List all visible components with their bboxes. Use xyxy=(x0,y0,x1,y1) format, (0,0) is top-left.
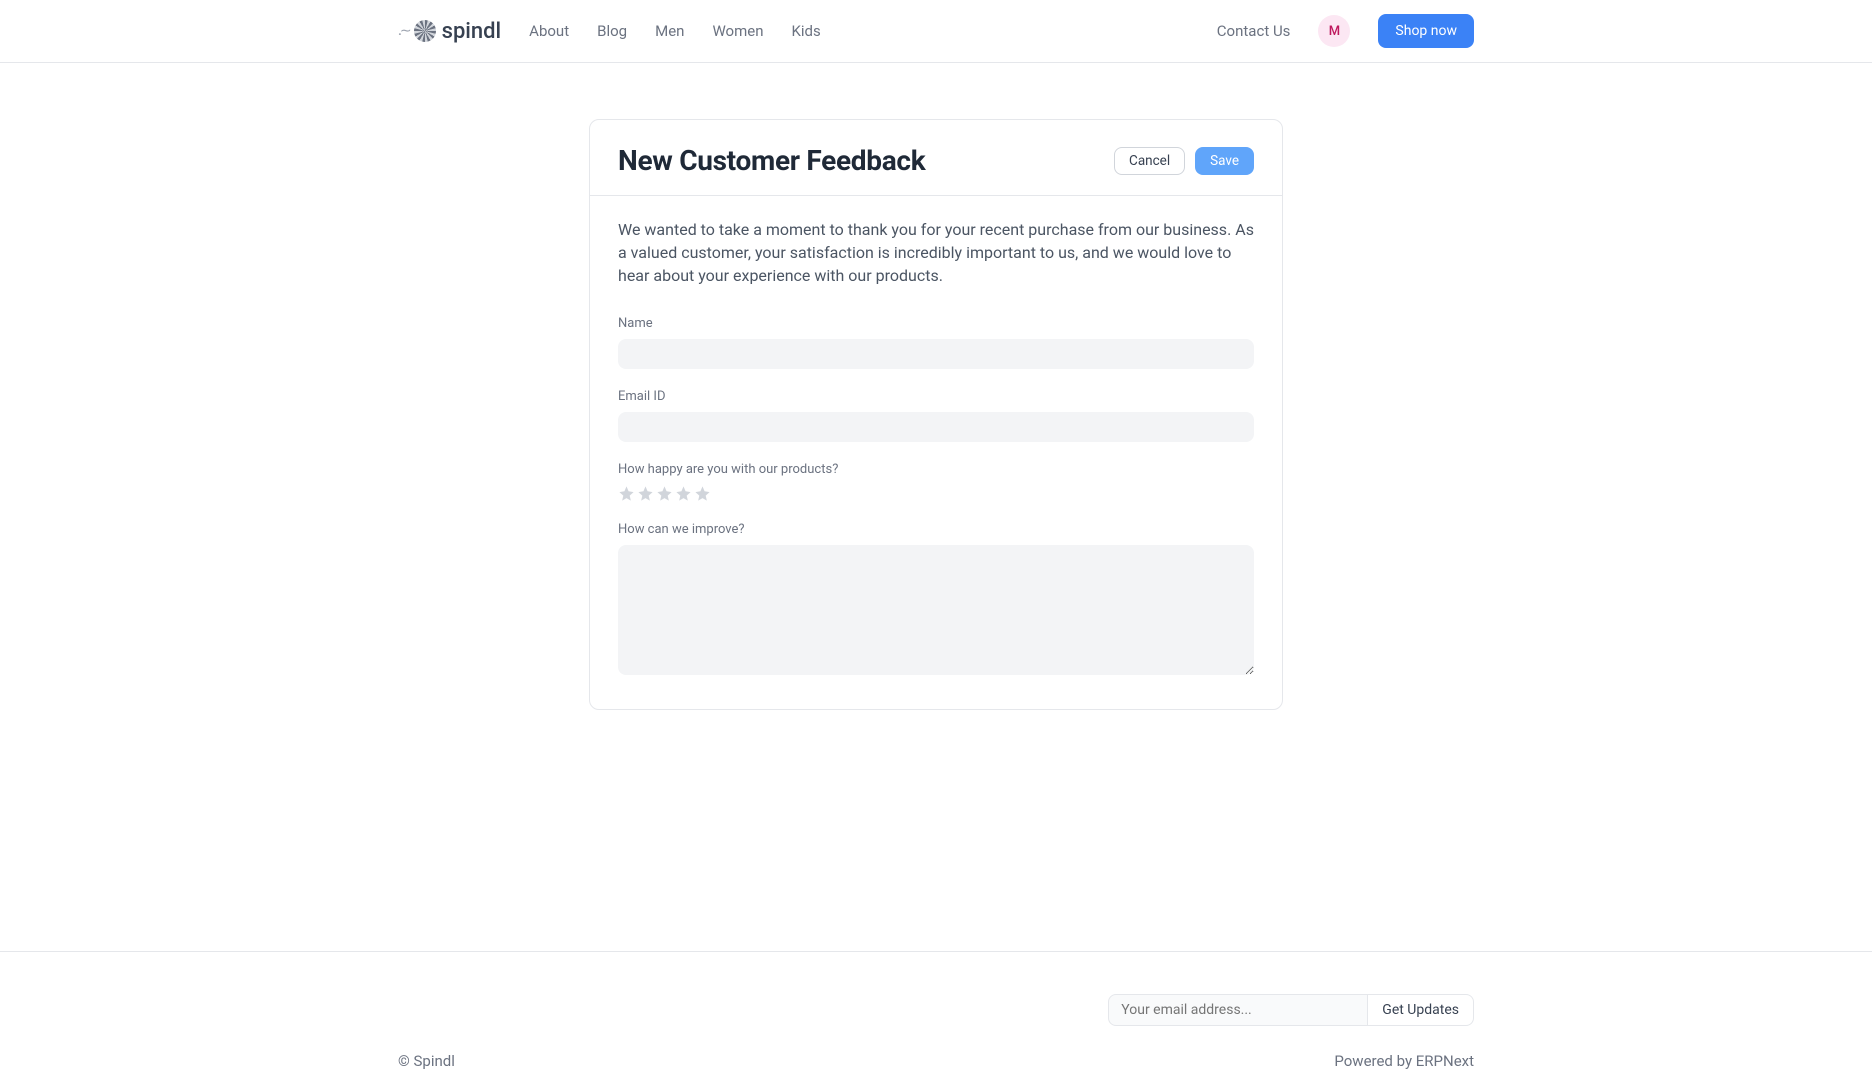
star-icon[interactable] xyxy=(637,485,654,502)
subscribe-group: Get Updates xyxy=(1108,994,1474,1026)
field-email: Email ID xyxy=(618,389,1254,442)
avatar-initial: M xyxy=(1329,24,1340,39)
improve-label: How can we improve? xyxy=(618,522,1254,537)
site-header: .∼ spindl About Blog Men Women Kids Cont… xyxy=(0,0,1872,63)
email-input[interactable] xyxy=(618,412,1254,442)
page-title: New Customer Feedback xyxy=(618,144,925,177)
footer-subscribe: Get Updates xyxy=(208,952,1664,1034)
get-updates-button[interactable]: Get Updates xyxy=(1368,994,1474,1026)
card-body: We wanted to take a moment to thank you … xyxy=(590,196,1282,709)
nav-about[interactable]: About xyxy=(529,22,569,40)
field-name: Name xyxy=(618,316,1254,369)
star-icon[interactable] xyxy=(618,485,635,502)
rating-label: How happy are you with our products? xyxy=(618,462,1254,477)
email-label: Email ID xyxy=(618,389,1254,404)
nav-women[interactable]: Women xyxy=(712,22,763,40)
site-footer: Get Updates © Spindl Powered by ERPNext xyxy=(0,951,1872,1080)
contact-us-link[interactable]: Contact Us xyxy=(1217,22,1291,40)
header-inner: .∼ spindl About Blog Men Women Kids Cont… xyxy=(208,14,1664,48)
star-icon[interactable] xyxy=(694,485,711,502)
field-improve: How can we improve? xyxy=(618,522,1254,679)
star-icon[interactable] xyxy=(656,485,673,502)
nav-men[interactable]: Men xyxy=(655,22,684,40)
star-icon[interactable] xyxy=(675,485,692,502)
powered-by-text: Powered by ERPNext xyxy=(1334,1052,1474,1070)
shop-now-button[interactable]: Shop now xyxy=(1378,14,1474,48)
save-button[interactable]: Save xyxy=(1195,147,1254,175)
brand-logo[interactable]: .∼ spindl xyxy=(398,19,501,44)
primary-nav: About Blog Men Women Kids xyxy=(529,22,821,40)
avatar[interactable]: M xyxy=(1318,15,1350,47)
logo-prefix-icon: .∼ xyxy=(398,23,410,39)
nav-kids[interactable]: Kids xyxy=(791,22,820,40)
nav-blog[interactable]: Blog xyxy=(597,22,627,40)
copyright-text: © Spindl xyxy=(398,1052,455,1070)
feedback-card: New Customer Feedback Cancel Save We wan… xyxy=(589,119,1283,710)
cancel-button[interactable]: Cancel xyxy=(1114,147,1185,175)
name-input[interactable] xyxy=(618,339,1254,369)
intro-text: We wanted to take a moment to thank you … xyxy=(618,218,1254,288)
name-label: Name xyxy=(618,316,1254,331)
spindl-mark-icon xyxy=(414,20,436,42)
header-right: Contact Us M Shop now xyxy=(1217,14,1474,48)
card-actions: Cancel Save xyxy=(1114,147,1254,175)
footer-bottom: © Spindl Powered by ERPNext xyxy=(208,1034,1664,1080)
subscribe-email-input[interactable] xyxy=(1108,994,1368,1026)
field-rating: How happy are you with our products? xyxy=(618,462,1254,502)
rating-stars xyxy=(618,485,1254,502)
brand-name: spindl xyxy=(442,19,502,44)
page-content: New Customer Feedback Cancel Save We wan… xyxy=(208,63,1664,710)
improve-textarea[interactable] xyxy=(618,545,1254,675)
card-header: New Customer Feedback Cancel Save xyxy=(590,120,1282,196)
